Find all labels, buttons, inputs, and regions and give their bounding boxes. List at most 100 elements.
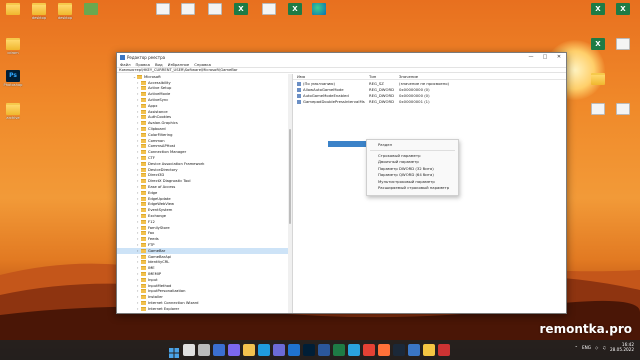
registry-value-icon (297, 81, 301, 86)
folder-icon (141, 161, 146, 166)
tray-chevron-icon[interactable]: ⌃ (574, 345, 578, 350)
submenu-item[interactable]: Раздел (367, 142, 458, 149)
desktop-icon[interactable] (78, 3, 104, 15)
mail-icon[interactable] (288, 344, 300, 356)
desktop-icon[interactable] (0, 3, 26, 15)
desktop-icon[interactable]: X (610, 3, 636, 15)
desktop-icon[interactable] (175, 3, 201, 15)
volume-icon[interactable]: ♫ (602, 345, 606, 350)
submenu-item[interactable]: Расширяемый строковый параметр (367, 185, 458, 192)
menu-item[interactable]: Избранное (168, 62, 190, 67)
desktop-icon[interactable]: X (228, 3, 254, 15)
tree-item[interactable]: ›InternetExplorerInternal Explorer (117, 312, 292, 313)
desktop-icon[interactable]: Ps Photoshop (0, 70, 26, 87)
column-type[interactable]: Тип (369, 74, 399, 79)
folder-icon (141, 254, 146, 259)
word-icon[interactable] (318, 344, 330, 356)
folder-icon (141, 300, 146, 305)
xl-icon: X (591, 3, 605, 15)
desktop-icon[interactable]: desktop (52, 3, 78, 20)
folder-icon (141, 80, 146, 85)
desktop-icon[interactable] (150, 3, 176, 15)
menu-item[interactable]: Справка (194, 62, 211, 67)
value-row[interactable]: GamepadDoublePressIntervalMs REG_DWORD 0x0… (293, 98, 566, 104)
address-bar[interactable]: Компьютер\HKEY_CURRENT_USER\Software\Mic… (117, 67, 566, 73)
folder-icon (141, 248, 146, 253)
folder-icon (141, 231, 146, 236)
desktop-icon[interactable]: archive (0, 103, 26, 120)
desktop-icon[interactable] (585, 103, 611, 115)
desktop-icon[interactable] (610, 38, 636, 50)
title-bar[interactable]: Редактор реестра — □ ✕ (117, 53, 566, 61)
folder-icon (141, 243, 146, 247)
value-data: 0x00000001 (1) (399, 98, 430, 104)
value-row[interactable]: (По умолчанию) REG_SZ (значение не присвое… (293, 80, 566, 86)
edge-icon[interactable] (258, 344, 270, 356)
doc-icon (208, 3, 222, 15)
value-row[interactable]: AllowAutoGameMode REG_DWORD 0x00000000 (0) (293, 86, 566, 92)
tree-item-label: IdentityCRL (148, 260, 170, 265)
desktop-icon[interactable]: X (282, 3, 308, 15)
desktop-icon[interactable] (610, 103, 636, 115)
folder-icon (141, 196, 146, 201)
tree-item-label: Ease of Access (148, 185, 176, 190)
xl-icon: X (234, 3, 248, 15)
chat-icon[interactable] (228, 344, 240, 356)
desktop-icon[interactable]: cdrom (0, 38, 26, 55)
column-name[interactable]: Имя (293, 74, 369, 79)
explorer-icon[interactable] (243, 344, 255, 356)
desktop-icon[interactable]: X (585, 3, 611, 15)
taskview-icon[interactable] (198, 344, 210, 356)
photoshop-icon[interactable] (303, 344, 315, 356)
desktop-icon[interactable] (585, 73, 611, 85)
chrome-icon[interactable] (363, 344, 375, 356)
xl-icon: X (591, 38, 605, 50)
firefox-icon[interactable] (378, 344, 390, 356)
value-name-cell: GamepadDoublePressIntervalMs (293, 99, 369, 104)
folder-icon (141, 127, 146, 132)
folder-icon (141, 138, 146, 143)
context-menu-create[interactable]: Создать (328, 141, 366, 157)
desktop-icon[interactable] (306, 3, 332, 15)
value-type: REG_DWORD (369, 98, 395, 104)
widgets-icon[interactable] (213, 344, 225, 356)
regedit-icon[interactable] (408, 344, 420, 356)
close-button[interactable]: ✕ (552, 53, 566, 61)
tree-item-label: AuthCookies (148, 115, 172, 120)
menu-item[interactable]: Вид (155, 62, 163, 67)
network-icon[interactable]: ◇ (595, 345, 598, 350)
excel-icon[interactable] (333, 344, 345, 356)
tree-scrollbar-thumb[interactable] (289, 129, 291, 224)
desktop-icon[interactable] (202, 3, 228, 15)
media-icon[interactable] (438, 344, 450, 356)
folder-icon (141, 167, 146, 172)
folder-icon (141, 190, 146, 195)
folder-icon (141, 225, 146, 230)
registry-value-icon (297, 93, 301, 98)
steam-icon[interactable] (393, 344, 405, 356)
desktop-icon[interactable]: X (585, 38, 611, 50)
start-icon[interactable] (168, 344, 180, 358)
tree-scrollbar[interactable] (288, 74, 292, 313)
menu-item[interactable]: Файл (120, 62, 131, 67)
notes-icon[interactable] (423, 344, 435, 356)
menu-item[interactable]: Правка (136, 62, 150, 67)
clock[interactable]: 16:42 28.05.2022 (610, 342, 634, 352)
value-data: (значение не присвоено) (399, 80, 450, 86)
search-icon[interactable] (183, 344, 195, 356)
desktop-icon[interactable] (256, 3, 282, 15)
folder-icon (141, 306, 146, 311)
folder-icon (141, 283, 146, 288)
column-value[interactable]: Значение (399, 74, 566, 79)
value-data: 0x00000000 (0) (399, 92, 430, 98)
telegram-icon[interactable] (348, 344, 360, 356)
store-icon[interactable] (273, 344, 285, 356)
maximize-button[interactable]: □ (538, 53, 552, 61)
value-row[interactable]: AutoGameModeEnabled REG_DWORD 0x00000000 (… (293, 92, 566, 98)
tree-item-label: DirectX Diagnostic Tool (148, 179, 191, 184)
desktop-icon[interactable]: desktop (26, 3, 52, 20)
language-indicator[interactable]: ENG (582, 345, 591, 350)
folder-icon (141, 295, 146, 300)
desktop-icon-label: Photoshop (3, 83, 23, 87)
minimize-button[interactable]: — (524, 53, 538, 61)
